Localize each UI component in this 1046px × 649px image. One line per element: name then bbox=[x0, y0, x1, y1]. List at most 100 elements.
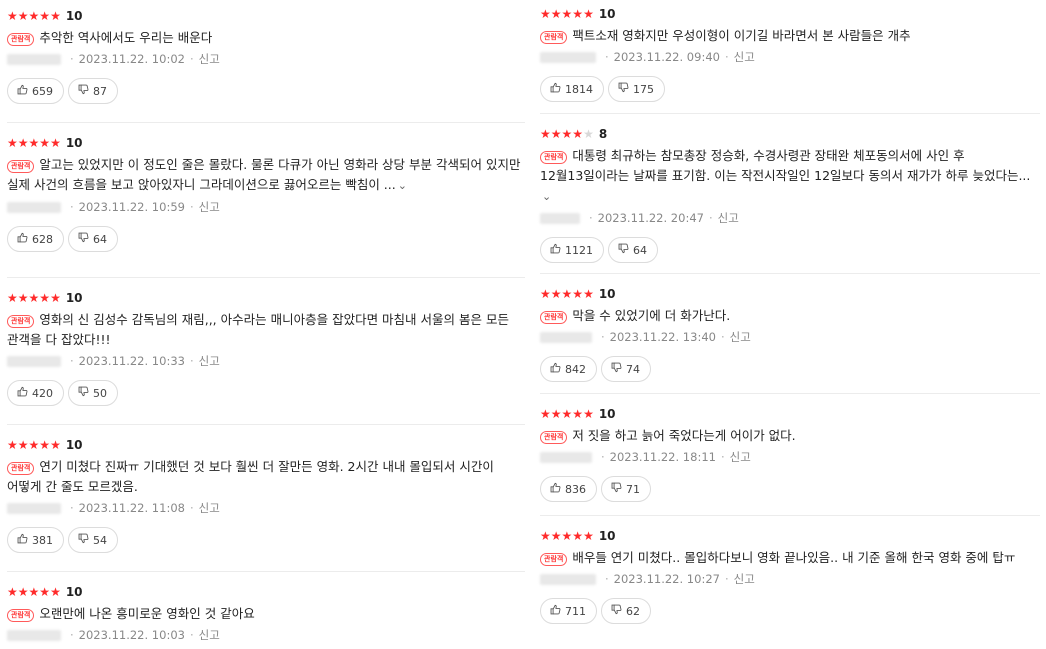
review-text-block: 관람객 저 짓을 하고 늙어 죽었다는게 어이가 없다. bbox=[540, 426, 1040, 446]
separator-dot: · bbox=[605, 50, 609, 64]
star-icon: ★ bbox=[39, 136, 51, 150]
review-meta: · 2023.11.22. 10:33 · 신고 bbox=[7, 352, 525, 370]
star-icon: ★ bbox=[583, 7, 594, 21]
report-link[interactable]: 신고 bbox=[734, 49, 755, 65]
viewer-badge: 관람객 bbox=[540, 553, 568, 566]
like-count: 1121 bbox=[565, 243, 593, 257]
dislike-button[interactable]: 74 bbox=[601, 356, 651, 382]
star-icon: ★ bbox=[28, 291, 40, 305]
like-button[interactable]: 659 bbox=[7, 78, 64, 104]
review-text: 배우들 연기 미쳤다.. 몰입하다보니 영화 끝나있음.. 내 기준 올해 한국… bbox=[572, 550, 1016, 565]
review-rating: ★★★★★ 10 bbox=[7, 290, 525, 306]
star-icon: ★ bbox=[7, 585, 18, 599]
like-button[interactable]: 711 bbox=[540, 598, 597, 624]
viewer-badge: 관람객 bbox=[7, 33, 35, 46]
star-icon: ★ bbox=[540, 407, 551, 421]
like-count: 628 bbox=[32, 232, 53, 246]
review-text: 저 짓을 하고 늙어 죽었다는게 어이가 없다. bbox=[572, 428, 796, 443]
review-meta: · 2023.11.22. 13:40 · 신고 bbox=[540, 328, 1040, 346]
separator-dot: · bbox=[720, 450, 725, 464]
star-rating: ★★★★★ bbox=[540, 406, 594, 422]
separator-dot: · bbox=[189, 628, 194, 642]
star-rating: ★★★★★ bbox=[540, 286, 594, 302]
dislike-button[interactable]: 175 bbox=[608, 76, 665, 102]
star-icon: ★ bbox=[17, 438, 29, 452]
like-count: 711 bbox=[565, 604, 586, 618]
star-icon: ★ bbox=[550, 287, 562, 301]
star-icon: ★ bbox=[39, 9, 51, 23]
like-button[interactable]: 628 bbox=[7, 226, 64, 252]
dislike-button[interactable]: 71 bbox=[601, 476, 651, 502]
star-icon: ★ bbox=[583, 287, 594, 301]
separator-dot: · bbox=[70, 200, 74, 214]
report-link[interactable]: 신고 bbox=[718, 210, 739, 226]
review-text-block: 관람객 막을 수 있었기에 더 화가난다. bbox=[540, 306, 1040, 326]
review-text: 알고는 있었지만 이 정도인 줄은 몰랐다. 물론 다큐가 아닌 영화라 상당 … bbox=[7, 157, 521, 192]
report-link[interactable]: 신고 bbox=[199, 627, 220, 643]
star-icon: ★ bbox=[50, 136, 61, 150]
dislike-button[interactable]: 54 bbox=[68, 527, 118, 553]
review-text-block: 관람객 팩트소재 영화지만 우성이형이 이기길 바라면서 본 사람들은 개추 bbox=[540, 26, 1040, 46]
like-button[interactable]: 1814 bbox=[540, 76, 604, 102]
review-rating: ★★★★★ 10 bbox=[540, 6, 1040, 22]
review-item: ★★★★★ 10 관람객 막을 수 있었기에 더 화가난다. · 2023.11.22. … bbox=[540, 273, 1040, 382]
review-date: 2023.11.22. 10:59 bbox=[78, 200, 185, 214]
masked-username bbox=[540, 51, 596, 63]
dislike-button[interactable]: 64 bbox=[608, 237, 658, 263]
review-rating: ★★★★★ 10 bbox=[7, 437, 525, 453]
review-date: 2023.11.22. 20:47 bbox=[597, 211, 704, 225]
review-item: ★★★★★ 10 관람객 알고는 있었지만 이 정도인 줄은 몰랐다. 물론 다큐가 … bbox=[7, 122, 525, 252]
dislike-count: 74 bbox=[626, 362, 640, 376]
report-link[interactable]: 신고 bbox=[199, 500, 220, 516]
viewer-badge: 관람객 bbox=[7, 609, 35, 622]
report-link[interactable]: 신고 bbox=[730, 329, 751, 345]
star-icon: ★ bbox=[28, 9, 40, 23]
dislike-button[interactable]: 64 bbox=[68, 226, 118, 252]
like-button[interactable]: 420 bbox=[7, 380, 64, 406]
vote-buttons: 381 54 bbox=[7, 527, 525, 553]
report-link[interactable]: 신고 bbox=[734, 571, 755, 587]
review-score: 10 bbox=[598, 529, 616, 543]
star-icon: ★ bbox=[540, 127, 551, 141]
dislike-button[interactable]: 50 bbox=[68, 380, 118, 406]
star-rating: ★★★★★ bbox=[7, 290, 61, 306]
report-link[interactable]: 신고 bbox=[730, 449, 751, 465]
review-item: ★★★★★ 10 관람객 팩트소재 영화지만 우성이형이 이기길 바라면서 본 사람들… bbox=[540, 6, 1040, 102]
dislike-button[interactable]: 62 bbox=[601, 598, 651, 624]
separator-dot: · bbox=[189, 52, 194, 66]
like-count: 381 bbox=[32, 533, 53, 547]
review-text-block: 관람객 오랜만에 나온 흥미로운 영화인 것 같아요 bbox=[7, 604, 525, 624]
like-button[interactable]: 381 bbox=[7, 527, 64, 553]
like-button[interactable]: 836 bbox=[540, 476, 597, 502]
star-icon: ★ bbox=[50, 9, 61, 23]
dislike-button[interactable]: 87 bbox=[68, 78, 118, 104]
report-link[interactable]: 신고 bbox=[199, 51, 220, 67]
star-icon: ★ bbox=[572, 127, 584, 141]
review-text-block: 관람객 배우들 연기 미쳤다.. 몰입하다보니 영화 끝나있음.. 내 기준 올해… bbox=[540, 548, 1040, 568]
report-link[interactable]: 신고 bbox=[199, 353, 220, 369]
star-icon: ★ bbox=[28, 438, 40, 452]
separator-dot: · bbox=[189, 200, 194, 214]
like-button[interactable]: 1121 bbox=[540, 237, 604, 263]
review-score: 8 bbox=[598, 127, 608, 141]
masked-username bbox=[7, 53, 61, 65]
separator-dot: · bbox=[601, 450, 605, 464]
star-icon: ★ bbox=[28, 136, 40, 150]
star-icon: ★ bbox=[572, 7, 584, 21]
chevron-down-icon[interactable]: ⌄ bbox=[542, 187, 551, 207]
separator-dot: · bbox=[70, 628, 74, 642]
review-item: ★★★★★ 10 관람객 영화의 신 김성수 감독님의 재림,,, 아수라는 매니아층… bbox=[7, 277, 525, 406]
thumbs-up-icon bbox=[550, 243, 565, 257]
review-score: 10 bbox=[598, 7, 616, 21]
separator-dot: · bbox=[708, 211, 713, 225]
dislike-count: 64 bbox=[633, 243, 647, 257]
chevron-down-icon[interactable]: ⌄ bbox=[398, 176, 407, 196]
vote-buttons: 659 87 bbox=[7, 78, 525, 104]
star-rating: ★★★★★ bbox=[540, 126, 594, 142]
review-item: ★★★★★ 10 관람객 배우들 연기 미쳤다.. 몰입하다보니 영화 끝나있음.. … bbox=[540, 515, 1040, 624]
review-text: 막을 수 있었기에 더 화가난다. bbox=[572, 308, 731, 323]
like-button[interactable]: 842 bbox=[540, 356, 597, 382]
review-text: 영화의 신 김성수 감독님의 재림,,, 아수라는 매니아층을 잡았다면 마침내… bbox=[7, 312, 509, 347]
star-icon: ★ bbox=[583, 127, 594, 141]
report-link[interactable]: 신고 bbox=[199, 199, 220, 215]
